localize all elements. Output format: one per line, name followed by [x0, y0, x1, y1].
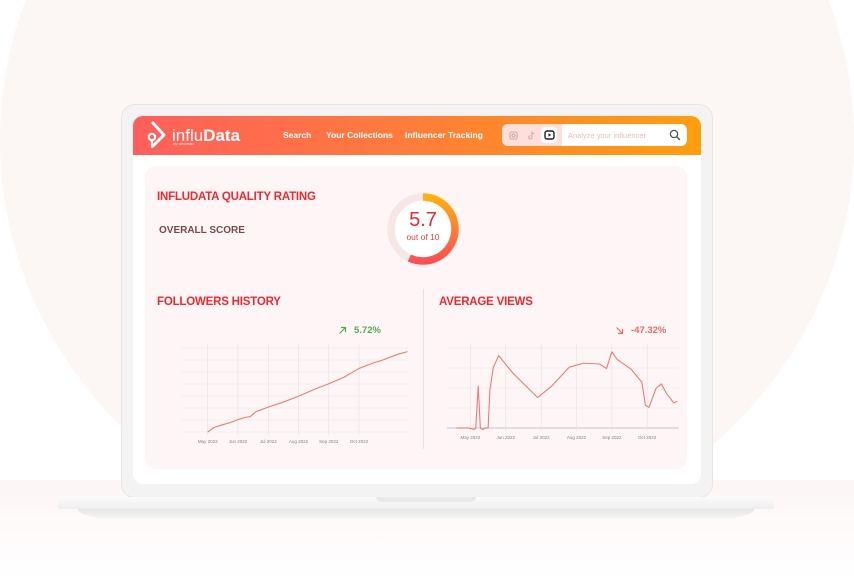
instagram-icon: [508, 130, 518, 140]
quality-rating-title: INFLUDATA QUALITY RATING: [157, 191, 316, 203]
tiktok-icon: [527, 131, 534, 139]
x-tick-label: Jun 2022: [497, 435, 516, 440]
followers-history-chart: May 2022 Jun 2022 Jul 2022 Aug 2022 Sep 2022…: [181, 344, 409, 444]
section-divider: [423, 289, 424, 449]
nav-your-collections[interactable]: Your Collections: [326, 130, 393, 140]
app-header: influData by wecreate Search Your Collec…: [133, 116, 701, 155]
brand-subtitle: by wecreate: [173, 141, 195, 146]
average-views-chart: May 2022 Jun 2022 Jul 2022 Aug 2022 Sep 2022…: [447, 344, 679, 440]
x-tick-label: Oct 2022: [350, 439, 369, 444]
metrics-panel: INFLUDATA QUALITY RATING OVERALL SCORE 5…: [145, 166, 687, 469]
infludata-logo-icon: [147, 121, 166, 149]
youtube-icon: [543, 130, 555, 140]
x-tick-label: Sep 2022: [319, 439, 339, 444]
average-views-title: AVERAGE VIEWS: [439, 296, 533, 308]
influencer-search-input[interactable]: [568, 130, 668, 140]
x-tick-label: Jul 2022: [260, 439, 278, 444]
followers-history-title: FOLLOWERS HISTORY: [157, 296, 281, 308]
brand-logo[interactable]: influData by wecreate: [145, 120, 240, 150]
followers-change: 5.72%: [338, 325, 381, 336]
x-tick-label: Oct 2022: [638, 435, 657, 440]
x-tick-label: Sep 2022: [602, 435, 622, 440]
influencer-search-bar: [502, 124, 687, 146]
laptop-notch: [376, 497, 476, 502]
x-tick-label: Aug 2022: [289, 439, 309, 444]
arrow-down-right-icon: [616, 327, 624, 335]
x-tick-label: Jul 2022: [533, 435, 551, 440]
x-tick-label: May 2022: [461, 435, 481, 440]
platform-tiktok[interactable]: [523, 127, 539, 143]
overall-score-label: OVERALL SCORE: [159, 225, 245, 236]
laptop-base-bottom: [78, 509, 754, 519]
arrow-up-right-icon: [339, 326, 347, 334]
x-tick-label: May 2022: [198, 439, 218, 444]
search-icon[interactable]: [669, 129, 681, 141]
views-change: -47.32%: [615, 325, 666, 336]
x-tick-label: Aug 2022: [567, 435, 587, 440]
app-screen: influData by wecreate Search Your Collec…: [133, 116, 701, 484]
platform-switcher: [502, 124, 562, 146]
followers-change-value: 5.72%: [354, 325, 381, 336]
platform-instagram[interactable]: [505, 127, 521, 143]
views-change-value: -47.32%: [631, 325, 667, 336]
score-value: 5.7: [409, 209, 437, 231]
platform-youtube[interactable]: [541, 127, 557, 143]
score-max-label: out of 10: [406, 232, 440, 242]
series-line: [456, 351, 678, 431]
marketing-stage: influData by wecreate Search Your Collec…: [0, 0, 854, 578]
nav-influencer-tracking[interactable]: Influencer Tracking: [405, 130, 483, 140]
x-tick-label: Jun 2022: [229, 439, 248, 444]
nav-search[interactable]: Search: [283, 130, 311, 140]
